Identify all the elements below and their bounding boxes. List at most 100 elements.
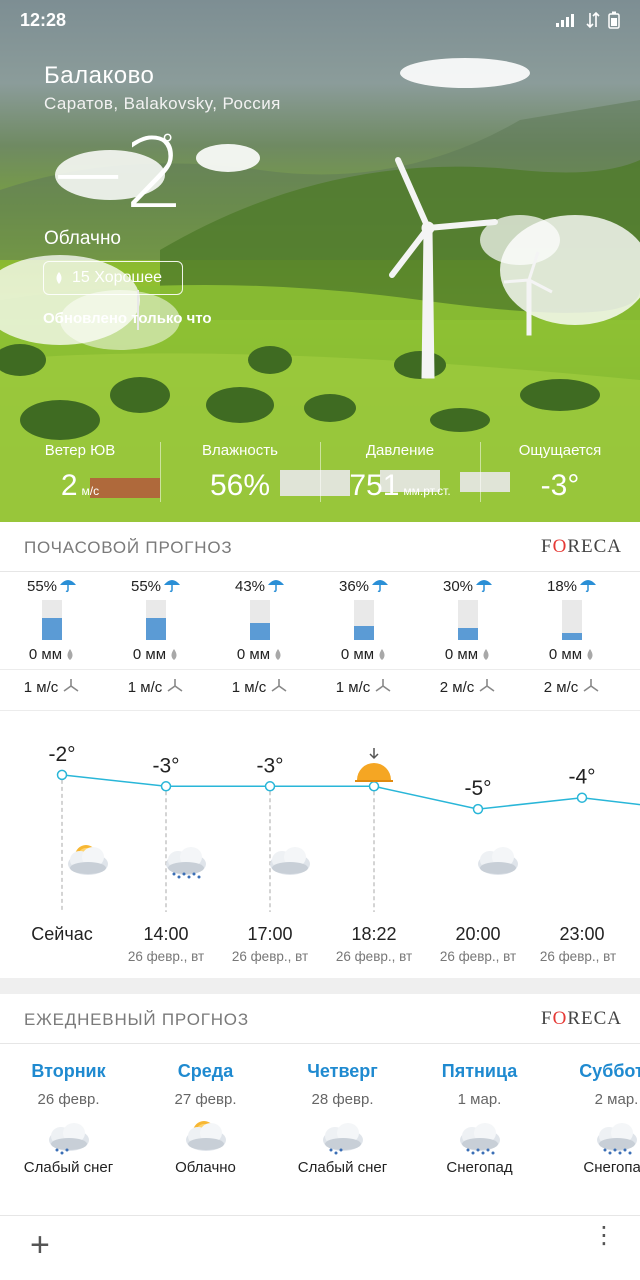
wind-direction-icon: [479, 679, 495, 692]
precip-bar-fill: [458, 628, 478, 640]
wind-speed: 1 м/с: [231, 679, 267, 696]
hourly-precip-item[interactable]: 55% 0 мм: [104, 572, 208, 669]
temperature-point[interactable]: [472, 803, 484, 815]
hour-time-label: 14:00: [143, 924, 188, 944]
hourly-precip-item[interactable]: 30% 0 мм: [416, 572, 520, 669]
foreca-logo[interactable]: FORECA: [541, 536, 622, 558]
temperature-label: -4°: [568, 766, 595, 789]
precip-bar-fill: [354, 626, 374, 640]
daily-header: ЕЖЕДНЕВНЫЙ ПРОГНОЗ FORECA: [0, 994, 640, 1044]
precip-bar-fill: [250, 623, 270, 640]
daily-forecast-item[interactable]: Четверг 28 февр. Слабый снег: [274, 1046, 411, 1215]
hourly-precip-item[interactable]: 43% 0 мм: [208, 572, 312, 669]
hourly-wind[interactable]: 1 м/с 1 м/с 1 м/с 1 м/с 2 м/с 2 м/с: [0, 671, 640, 711]
metric-value: -3°: [540, 469, 580, 502]
hourly-weather-icon: [68, 845, 108, 875]
current-metrics: Ветер ЮВ 2 м/с Влажность 56% Давление 751…: [0, 438, 640, 518]
status-icons: [556, 11, 620, 29]
hour-date-label: 26 февр., вт: [232, 949, 308, 964]
wind-speed: 2 м/с: [543, 679, 579, 696]
precip-chance: 36%: [312, 577, 416, 595]
daily-forecast-list[interactable]: Вторник 26 февр. Слабый снег Среда 27 февр. О…: [0, 1046, 640, 1216]
temperature-point[interactable]: [56, 769, 68, 781]
wind-direction-icon: [167, 679, 183, 692]
hourly-title: ПОЧАСОВОЙ ПРОГНОЗ: [24, 538, 233, 557]
metric-unit: мм.рт.ст.: [403, 484, 451, 498]
more-menu-button[interactable]: ⋮: [592, 1224, 616, 1248]
air-quality-badge[interactable]: 15 Хорошее: [43, 261, 183, 295]
temperature-label: -2°: [48, 743, 75, 766]
hour-time-label: 20:00: [455, 924, 500, 944]
hourly-wind-item: 2 м/с: [520, 671, 624, 710]
partly-cloudy-sun-icon: [68, 845, 108, 875]
add-location-button[interactable]: +: [30, 1226, 50, 1265]
precip-chance: 55%: [104, 577, 208, 595]
precip-amount: 0 мм: [312, 646, 416, 663]
hourly-precip-item[interactable]: 55% 0 мм: [0, 572, 104, 669]
precip-amount: 0 мм: [520, 646, 624, 663]
daily-weather-icon: [454, 1116, 506, 1156]
raindrop-icon: [67, 649, 73, 660]
raindrop-icon: [587, 649, 593, 660]
bottom-bar: + ⋮: [0, 1218, 640, 1280]
umbrella-icon: [164, 580, 181, 593]
raindrop-icon: [379, 649, 385, 660]
day-condition: Снегопад: [446, 1159, 513, 1176]
umbrella-icon: [60, 580, 77, 593]
hourly-precip-item[interactable]: 36% 0 мм: [312, 572, 416, 669]
metric-unit: м/с: [81, 484, 100, 498]
sunset-icon: [355, 748, 393, 782]
temperature-chart-svg: -2° Сейчас -3° 14:00 26 февр., вт -3° 17:00 26 …: [31, 743, 640, 964]
day-date: 26 февр.: [37, 1091, 100, 1108]
leaf-icon: [56, 272, 62, 284]
cloud-light-snow-icon: [322, 1123, 363, 1155]
precip-bar: [250, 600, 270, 640]
day-name: Вторник: [31, 1061, 106, 1081]
hour-time-label: Сейчас: [31, 924, 92, 944]
metric-label: Давление: [365, 442, 435, 459]
hourly-precip-item[interactable]: 18% 0 мм: [520, 572, 624, 669]
foreca-logo[interactable]: FORECA: [541, 1008, 622, 1030]
day-date: 28 февр.: [311, 1091, 374, 1108]
precip-amount: 0 мм: [0, 646, 104, 663]
precip-bar: [146, 600, 166, 640]
day-condition: Облачно: [175, 1159, 236, 1176]
metric-pressure: Давление 751 мм.рт.ст.: [320, 438, 480, 518]
temperature-label: -3°: [256, 754, 283, 777]
status-bar: 12:28: [0, 0, 640, 40]
daily-weather-icon: [591, 1116, 640, 1156]
temperature-point[interactable]: [368, 781, 380, 792]
daily-title: ЕЖЕДНЕВНЫЙ ПРОГНОЗ: [24, 1010, 249, 1029]
cloud-snow-icon: [166, 847, 206, 879]
current-condition: Облачно: [44, 228, 122, 249]
daily-forecast-item[interactable]: Среда 27 февр. Облачно: [137, 1046, 274, 1215]
hourly-wind-item: 1 м/с: [312, 671, 416, 710]
hourly-precipitation[interactable]: 55% 0 мм 55% 0 мм 43% 0 мм 36% 0 мм 30% 0 мм 18% 0 …: [0, 572, 640, 670]
hour-date-label: 26 февр., вт: [128, 949, 204, 964]
raindrop-icon: [275, 649, 281, 660]
precip-bar: [562, 600, 582, 640]
precip-chance: 55%: [0, 577, 104, 595]
metric-label: Ветер ЮВ: [44, 442, 116, 459]
wind-speed: 1 м/с: [335, 679, 371, 696]
hourly-header: ПОЧАСОВОЙ ПРОГНОЗ FORECA: [0, 522, 640, 572]
city-name[interactable]: Балаково: [44, 62, 154, 90]
wind-speed: 2 м/с: [439, 679, 475, 696]
day-name: Среда: [177, 1061, 234, 1081]
temperature-point[interactable]: [264, 781, 276, 792]
daily-forecast-item[interactable]: Вторник 26 февр. Слабый снег: [0, 1046, 137, 1215]
region-name: Саратов, Balakovsky, Россия: [44, 94, 281, 113]
precip-amount: 0 мм: [416, 646, 520, 663]
wind-direction-icon: [583, 679, 599, 692]
day-name: Пятница: [441, 1061, 518, 1081]
temperature-point[interactable]: [160, 781, 172, 792]
hour-time-label: 23:00: [559, 924, 604, 944]
metric-value: 2: [60, 469, 78, 502]
raindrop-icon: [171, 649, 177, 660]
temperature-point[interactable]: [576, 792, 588, 803]
daily-forecast-item[interactable]: Суббота 2 мар. Снегопад: [548, 1046, 640, 1215]
section-divider: [0, 978, 640, 994]
hourly-temperature-chart[interactable]: -2° Сейчас -3° 14:00 26 февр., вт -3° 17:00 26 …: [0, 712, 640, 978]
daily-forecast-item[interactable]: Пятница 1 мар. Снегопад: [411, 1046, 548, 1215]
wind-direction-icon: [63, 679, 79, 692]
